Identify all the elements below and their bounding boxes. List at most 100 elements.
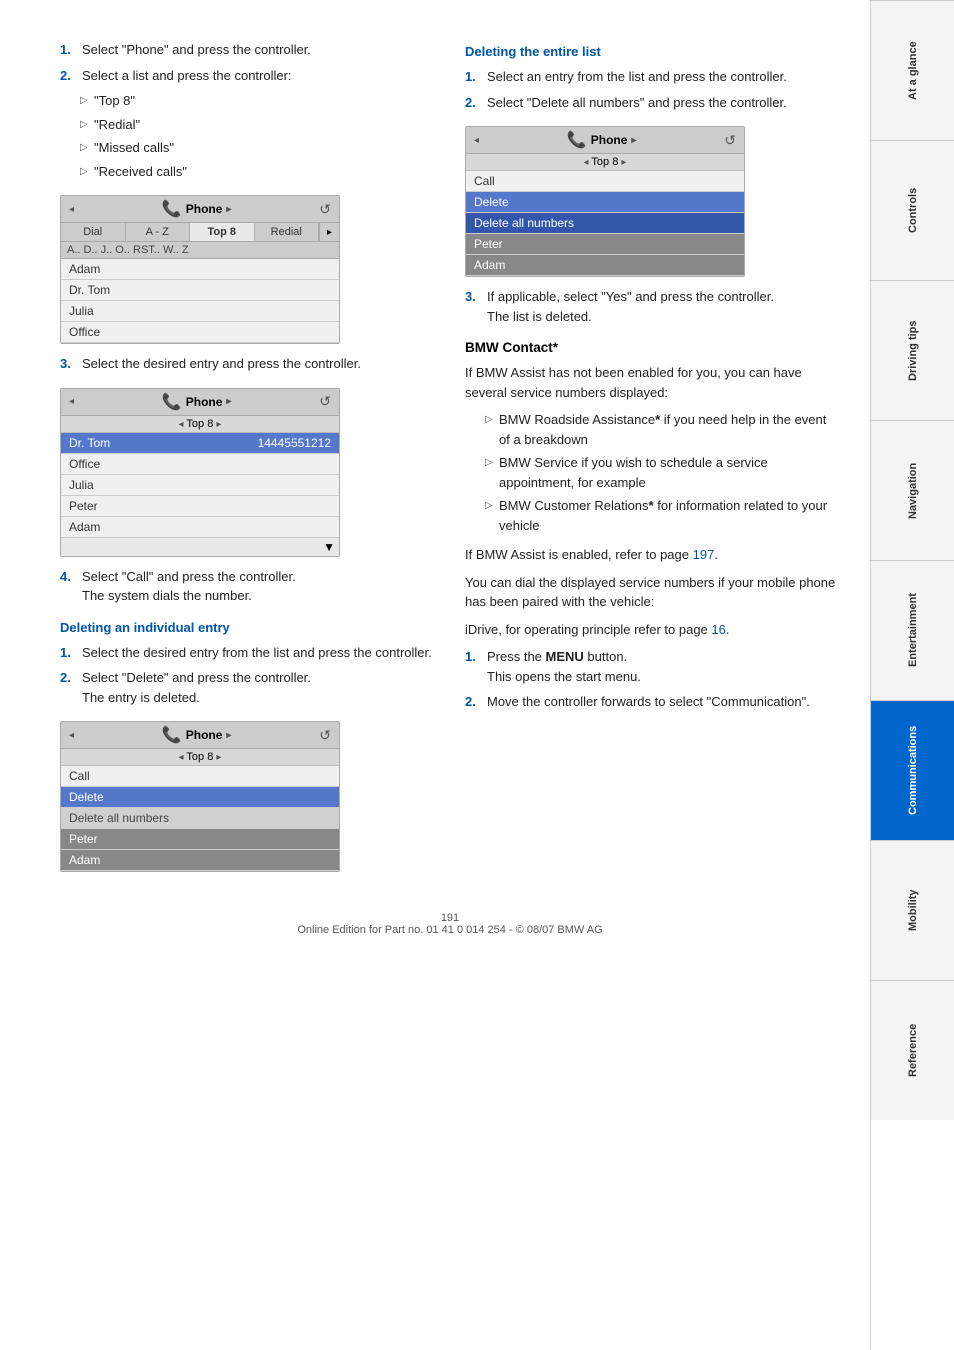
deleting-individual-heading: Deleting an individual entry bbox=[60, 620, 435, 635]
main-content: 1. Select "Phone" and press the controll… bbox=[0, 0, 870, 1350]
arrow-left-icon-2: ◂ bbox=[69, 396, 74, 407]
phone-row-call-4: Call bbox=[466, 171, 744, 192]
left-column: 1. Select "Phone" and press the controll… bbox=[60, 40, 435, 882]
sidebar-tab-driving-tips[interactable]: Driving tips bbox=[871, 280, 954, 420]
list-item-0: "Top 8" bbox=[80, 91, 435, 111]
right-step-3: 3. If applicable, select "Yes" and press… bbox=[465, 287, 840, 326]
scroll-indicator: ▼ bbox=[61, 538, 339, 556]
intro-steps: 1. Select "Phone" and press the controll… bbox=[60, 40, 435, 181]
step-4-block: 4. Select "Call" and press the controlle… bbox=[60, 567, 435, 606]
sidebar-tab-mobility[interactable]: Mobility bbox=[871, 840, 954, 980]
phone-row-adam: Adam bbox=[61, 259, 339, 280]
right-step-3-num: 3. bbox=[465, 287, 483, 326]
del-entire-step-2: 2. Select "Delete all numbers" and press… bbox=[465, 93, 840, 113]
list-item-2: "Missed calls" bbox=[80, 138, 435, 158]
list-item-3: "Received calls" bbox=[80, 162, 435, 182]
arrow-left-icon: ◂ bbox=[69, 204, 74, 215]
phone-ui-1-title: 📞 Phone ▸ bbox=[162, 199, 232, 219]
arrow-left-icon-4: ◂ bbox=[474, 135, 479, 146]
phone-ui-1-alpha: A.. D.. J.. O.. RST.. W.. Z bbox=[61, 242, 339, 259]
bmw-contact-para1: If BMW Assist is enabled, refer to page … bbox=[465, 545, 840, 565]
phone-row-adam-2: Adam bbox=[61, 517, 339, 538]
phone-row-delete-4: Delete bbox=[466, 192, 744, 213]
step-4-text: Select "Call" and press the controller.T… bbox=[82, 567, 435, 606]
page-ref-197[interactable]: 197 bbox=[693, 547, 715, 562]
step-3-text: Select the desired entry and press the c… bbox=[82, 354, 435, 374]
arrow-right-icon-4: ▸ bbox=[631, 135, 636, 146]
del-ind-step-1-text: Select the desired entry from the list a… bbox=[82, 643, 435, 663]
step-3: 3. Select the desired entry and press th… bbox=[60, 354, 435, 374]
deleting-entire-heading: Deleting the entire list bbox=[465, 44, 840, 59]
sidebar-tab-navigation[interactable]: Navigation bbox=[871, 420, 954, 560]
step-1-num: 1. bbox=[60, 40, 78, 60]
page-number: 191 bbox=[441, 912, 459, 924]
deleting-entire-section: Deleting the entire list 1. Select an en… bbox=[465, 44, 840, 112]
sidebar-tab-reference[interactable]: Reference bbox=[871, 980, 954, 1120]
phone-row-adam-3: Adam bbox=[61, 850, 339, 871]
phone-row-drtom: Dr. Tom bbox=[61, 280, 339, 301]
phone-ui-3-top: ◂ 📞 Phone ▸ ↺ bbox=[61, 722, 339, 749]
bmw-step-2-num: 2. bbox=[465, 692, 483, 712]
arrow-right-icon: ▸ bbox=[226, 204, 231, 215]
phone-row-office: Office bbox=[61, 322, 339, 343]
phone-row-julia-2: Julia bbox=[61, 475, 339, 496]
sidebar-tab-controls[interactable]: Controls bbox=[871, 140, 954, 280]
del-ind-step-2-text: Select "Delete" and press the controller… bbox=[82, 668, 435, 707]
phone-row-call-3: Call bbox=[61, 766, 339, 787]
phone-ui-3-title: 📞 Phone ▸ bbox=[162, 725, 232, 745]
del-ind-step-1-num: 1. bbox=[60, 643, 78, 663]
phone-row-peter: Peter bbox=[61, 496, 339, 517]
right-step-3-text: If applicable, select "Yes" and press th… bbox=[487, 287, 840, 326]
bmw-step-1-num: 1. bbox=[465, 647, 483, 686]
arrow-right-icon-3: ▸ bbox=[226, 730, 231, 741]
bmw-contact-section: BMW Contact* If BMW Assist has not been … bbox=[465, 340, 840, 712]
phone-ui-2-top: ◂ 📞 Phone ▸ ↺ bbox=[61, 389, 339, 416]
phone-row-adam-4: Adam bbox=[466, 255, 744, 276]
del-entire-step-1-text: Select an entry from the list and press … bbox=[487, 67, 840, 87]
sidebar-tab-at-a-glance[interactable]: At a glance bbox=[871, 0, 954, 140]
right-step-3-block: 3. If applicable, select "Yes" and press… bbox=[465, 287, 840, 326]
phone-row-office-2: Office bbox=[61, 454, 339, 475]
tab-az[interactable]: A - Z bbox=[126, 223, 191, 241]
phone-ui-2-title: 📞 Phone ▸ bbox=[162, 392, 232, 412]
bmw-contact-para2: You can dial the displayed service numbe… bbox=[465, 573, 840, 612]
tab-top8[interactable]: Top 8 bbox=[190, 223, 255, 241]
tab-dial[interactable]: Dial bbox=[61, 223, 126, 241]
phone-ui-4: ◂ 📞 Phone ▸ ↺ ◂ Top 8 ▸ Call Delete Dele… bbox=[465, 126, 745, 277]
page-ref-16[interactable]: 16 bbox=[711, 622, 725, 637]
bmw-step-2-text: Move the controller forwards to select "… bbox=[487, 692, 840, 712]
phone-ui-4-title: 📞 Phone ▸ bbox=[567, 130, 637, 150]
bmw-contact-item-0: BMW Roadside Assistance* if you need hel… bbox=[485, 410, 840, 449]
step-2-text: Select a list and press the controller: bbox=[82, 66, 435, 86]
phone-ui-4-top: ◂ 📞 Phone ▸ ↺ bbox=[466, 127, 744, 154]
bmw-contact-heading: BMW Contact* bbox=[465, 340, 840, 355]
phone-ui-4-sub: ◂ Top 8 ▸ bbox=[466, 154, 744, 171]
sidebar-tab-entertainment[interactable]: Entertainment bbox=[871, 560, 954, 700]
phone-ui-1-top: ◂ 📞 Phone ▸ ↺ bbox=[61, 196, 339, 223]
del-entire-step-1: 1. Select an entry from the list and pre… bbox=[465, 67, 840, 87]
right-column: Deleting the entire list 1. Select an en… bbox=[465, 40, 840, 882]
refresh-icon-4: ↺ bbox=[724, 132, 736, 149]
phone-ui-2-sub: ◂ Top 8 ▸ bbox=[61, 416, 339, 433]
del-ind-step-2: 2. Select "Delete" and press the control… bbox=[60, 668, 435, 707]
phone-ui-1: ◂ 📞 Phone ▸ ↺ Dial A - Z Top 8 Redial ▸ … bbox=[60, 195, 340, 344]
del-ind-step-2-num: 2. bbox=[60, 668, 78, 707]
sidebar-tab-communications[interactable]: Communications bbox=[871, 700, 954, 840]
sidebar-tabs: At a glance Controls Driving tips Naviga… bbox=[870, 0, 954, 1350]
content-columns: 1. Select "Phone" and press the controll… bbox=[60, 40, 840, 882]
bmw-step-2: 2. Move the controller forwards to selec… bbox=[465, 692, 840, 712]
phone-row-delete-3: Delete bbox=[61, 787, 339, 808]
del-ind-step-1: 1. Select the desired entry from the lis… bbox=[60, 643, 435, 663]
tab-redial[interactable]: Redial bbox=[255, 223, 320, 241]
refresh-icon-2: ↺ bbox=[319, 393, 331, 410]
step-1: 1. Select "Phone" and press the controll… bbox=[60, 40, 435, 60]
deleting-individual-section: Deleting an individual entry 1. Select t… bbox=[60, 620, 435, 708]
bmw-step-1: 1. Press the MENU button.This opens the … bbox=[465, 647, 840, 686]
step-1-text: Select "Phone" and press the controller. bbox=[82, 40, 435, 60]
refresh-icon: ↺ bbox=[319, 201, 331, 218]
del-entire-step-2-text: Select "Delete all numbers" and press th… bbox=[487, 93, 840, 113]
phone-row-delete-all-4: Delete all numbers bbox=[466, 213, 744, 234]
bmw-contact-list: BMW Roadside Assistance* if you need hel… bbox=[465, 410, 840, 535]
step-2-num: 2. bbox=[60, 66, 78, 86]
step-3-block: 3. Select the desired entry and press th… bbox=[60, 354, 435, 374]
